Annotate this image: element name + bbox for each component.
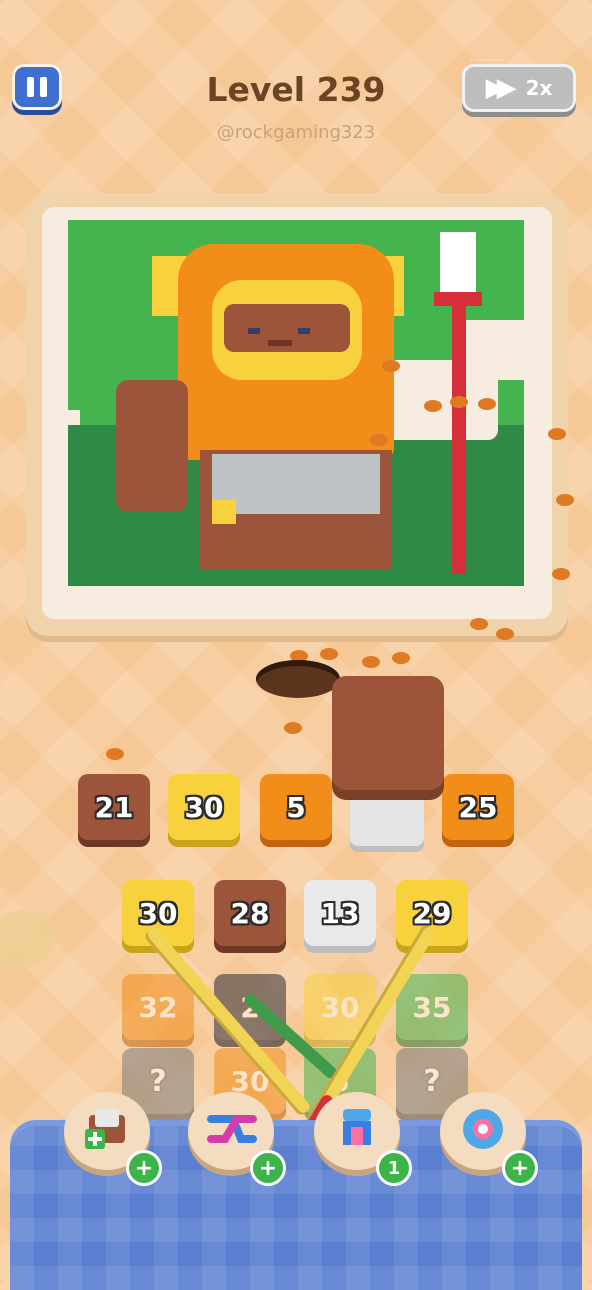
tile-count: 25 — [458, 790, 498, 824]
add-slot-icon — [79, 1101, 135, 1161]
username-watermark: @rockgaming323 — [216, 122, 376, 143]
slot-tile[interactable]: 30 — [168, 774, 240, 840]
grid-tile[interactable]: 35 — [396, 974, 468, 1040]
speed-caption: ............ — [470, 54, 505, 64]
fast-forward-icon: ▶▶ — [485, 73, 517, 103]
tile-count: ? — [423, 1063, 441, 1099]
tile-count: 30 — [184, 790, 224, 824]
tile-count: 30 — [320, 990, 360, 1024]
add-booster-badge[interactable]: + — [126, 1150, 162, 1186]
tile-count: 5 — [286, 790, 306, 824]
tile-count: 28 — [230, 896, 270, 930]
slot-tile[interactable]: 25 — [442, 774, 514, 840]
magnet-icon — [329, 1101, 385, 1161]
tile-count: 32 — [138, 990, 178, 1024]
tile-count: 21 — [94, 790, 134, 824]
tile-count: 13 — [320, 896, 360, 930]
slot-tile[interactable]: 5 — [260, 774, 332, 840]
tile-count: 35 — [412, 990, 452, 1024]
freeze-icon — [455, 1101, 511, 1161]
tile-count: 29 — [412, 896, 452, 930]
empty-slot — [350, 792, 424, 846]
grid-tile[interactable]: 32 — [122, 974, 194, 1040]
add-booster-badge[interactable]: + — [502, 1150, 538, 1186]
tile-count: 30 — [138, 896, 178, 930]
grid-tile[interactable]: 28 — [214, 880, 286, 946]
speed-toggle-button[interactable]: ▶▶ 2x — [462, 64, 576, 112]
ant-hole — [256, 660, 340, 698]
add-booster-badge[interactable]: + — [250, 1150, 286, 1186]
slot-tile[interactable]: 21 — [78, 774, 150, 840]
speed-label: 2x — [525, 76, 553, 100]
grid-tile[interactable]: 13 — [304, 880, 376, 946]
booster-count-badge[interactable]: 1 — [376, 1150, 412, 1186]
tile-count: ? — [149, 1063, 167, 1099]
moving-block — [332, 676, 444, 790]
shuffle-icon — [203, 1101, 259, 1161]
